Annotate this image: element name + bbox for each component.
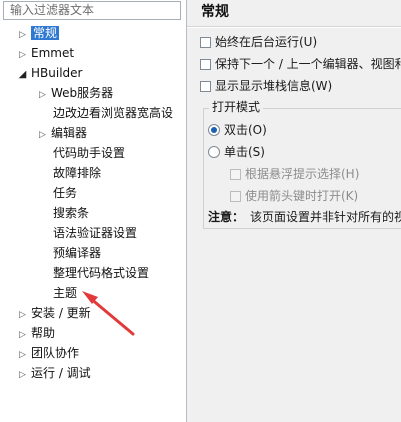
tree-item-label: 运行 / 调试 xyxy=(31,366,91,380)
double-click-option[interactable]: 双击(O) xyxy=(208,121,267,139)
tree-item-label: Emmet xyxy=(31,46,75,60)
hover-select-label: 根据悬浮提示选择(H) xyxy=(245,167,360,181)
tree-item-install-update[interactable]: ▷ 安装 / 更新 xyxy=(17,304,91,323)
tree-item-code-format[interactable]: 整理代码格式设置 xyxy=(53,264,149,283)
hover-select-option[interactable]: 根据悬浮提示选择(H) xyxy=(230,165,359,183)
expand-arrow-icon[interactable]: ▷ xyxy=(37,86,48,105)
open-mode-label: 打开模式 xyxy=(209,99,264,115)
expand-arrow-icon[interactable]: ▷ xyxy=(37,126,48,145)
tree-item-emmet[interactable]: ▷ Emmet xyxy=(17,44,74,63)
annotation-arrow-shaft xyxy=(88,296,135,336)
tree-item-editor[interactable]: ▷ 编辑器 xyxy=(37,124,87,143)
tree-item-label: 团队协作 xyxy=(31,346,80,360)
hover-select-checkbox[interactable] xyxy=(230,169,241,180)
arrow-open-label: 使用箭头键时打开(K) xyxy=(245,189,359,203)
expand-arrow-icon[interactable]: ▷ xyxy=(17,306,28,325)
double-click-label: 双击(O) xyxy=(224,123,267,137)
keep-next-prev-checkbox[interactable] xyxy=(200,59,211,70)
tree-item-label: 常规 xyxy=(31,26,60,40)
tree-item-web-server[interactable]: ▷ Web服务器 xyxy=(37,84,113,103)
tree-item-label: 帮助 xyxy=(31,326,56,340)
tree-item-tasks[interactable]: 任务 xyxy=(53,184,77,203)
note-row: 注意： 该页面设置并非针对所有的视 xyxy=(208,208,401,226)
tree-item-search-bar[interactable]: 搜索条 xyxy=(53,204,89,223)
run-in-background-label: 始终在后台运行(U) xyxy=(215,35,318,49)
tree-item-label: 预编译器 xyxy=(53,246,102,260)
show-heap-option[interactable]: 显示显示堆栈信息(W) xyxy=(200,77,332,95)
expand-arrow-icon[interactable]: ▷ xyxy=(17,26,28,45)
tree-item-theme[interactable]: 主题 xyxy=(53,284,77,303)
tree-item-label: 任务 xyxy=(53,186,78,200)
tree-item-label: 主题 xyxy=(53,286,78,300)
tree-item-label: 整理代码格式设置 xyxy=(53,266,150,280)
tree-item-troubleshoot[interactable]: 故障排除 xyxy=(53,164,101,183)
tree-item-team[interactable]: ▷ 团队协作 xyxy=(17,344,79,363)
show-heap-label: 显示显示堆栈信息(W) xyxy=(215,79,333,93)
arrow-open-checkbox[interactable] xyxy=(230,191,241,202)
page-title: 常规 xyxy=(201,4,229,20)
title-divider xyxy=(187,26,401,28)
keep-next-prev-option[interactable]: 保持下一个 / 上一个编辑器、视图和 xyxy=(200,55,401,73)
tree-item-label: 边改边看浏览器宽高设 xyxy=(53,106,174,120)
tree-item-syntax-validator[interactable]: 语法验证器设置 xyxy=(53,224,137,243)
tree-item-label: 故障排除 xyxy=(53,166,102,180)
single-click-label: 单击(S) xyxy=(224,145,265,159)
expand-arrow-icon[interactable]: ▷ xyxy=(17,46,28,65)
expand-arrow-icon[interactable]: ▷ xyxy=(17,346,28,365)
tree-item-label: HBuilder xyxy=(31,66,83,80)
show-heap-checkbox[interactable] xyxy=(200,81,211,92)
tree-item-general[interactable]: ▷ 常规 xyxy=(17,24,60,45)
tree-item-hbuilder[interactable]: ◢ HBuilder xyxy=(17,64,83,84)
tree-item-live-view-size[interactable]: 边改边看浏览器宽高设 xyxy=(53,104,173,123)
note-text: 该页面设置并非针对所有的视 xyxy=(250,210,401,224)
tree-item-label: 搜索条 xyxy=(53,206,90,220)
run-in-background-option[interactable]: 始终在后台运行(U) xyxy=(200,33,317,51)
general-settings-pane: 常规 始终在后台运行(U) 保持下一个 / 上一个编辑器、视图和 显示显示堆栈信… xyxy=(187,0,401,422)
tree-item-precompiler[interactable]: 预编译器 xyxy=(53,244,101,263)
collapse-arrow-icon[interactable]: ◢ xyxy=(17,65,28,84)
tree-item-code-assist[interactable]: 代码助手设置 xyxy=(53,144,125,163)
double-click-radio[interactable] xyxy=(208,124,220,136)
tree-item-label: 语法验证器设置 xyxy=(53,226,138,240)
tree-item-label: 代码助手设置 xyxy=(53,146,126,160)
single-click-option[interactable]: 单击(S) xyxy=(208,143,265,161)
filter-input[interactable]: 输入过滤器文本 xyxy=(3,1,181,20)
preferences-tree-pane: 输入过滤器文本 ▷ 常规 ▷ Emmet ◢ HBuilder ▷ Web服务器 边改边… xyxy=(0,0,187,422)
tree-item-label: 编辑器 xyxy=(51,126,88,140)
tree-item-label: Web服务器 xyxy=(51,86,114,100)
keep-next-prev-label: 保持下一个 / 上一个编辑器、视图和 xyxy=(215,57,401,71)
arrow-open-option[interactable]: 使用箭头键时打开(K) xyxy=(230,187,358,205)
annotation-arrow-head xyxy=(82,291,98,304)
tree-item-label: 安装 / 更新 xyxy=(31,306,91,320)
tree-item-help[interactable]: ▷ 帮助 xyxy=(17,324,55,343)
run-in-background-checkbox[interactable] xyxy=(200,37,211,48)
tree-item-run-debug[interactable]: ▷ 运行 / 调试 xyxy=(17,364,91,383)
expand-arrow-icon[interactable]: ▷ xyxy=(17,326,28,345)
note-label: 注意： xyxy=(208,210,245,224)
expand-arrow-icon[interactable]: ▷ xyxy=(17,366,28,385)
single-click-radio[interactable] xyxy=(208,146,220,158)
